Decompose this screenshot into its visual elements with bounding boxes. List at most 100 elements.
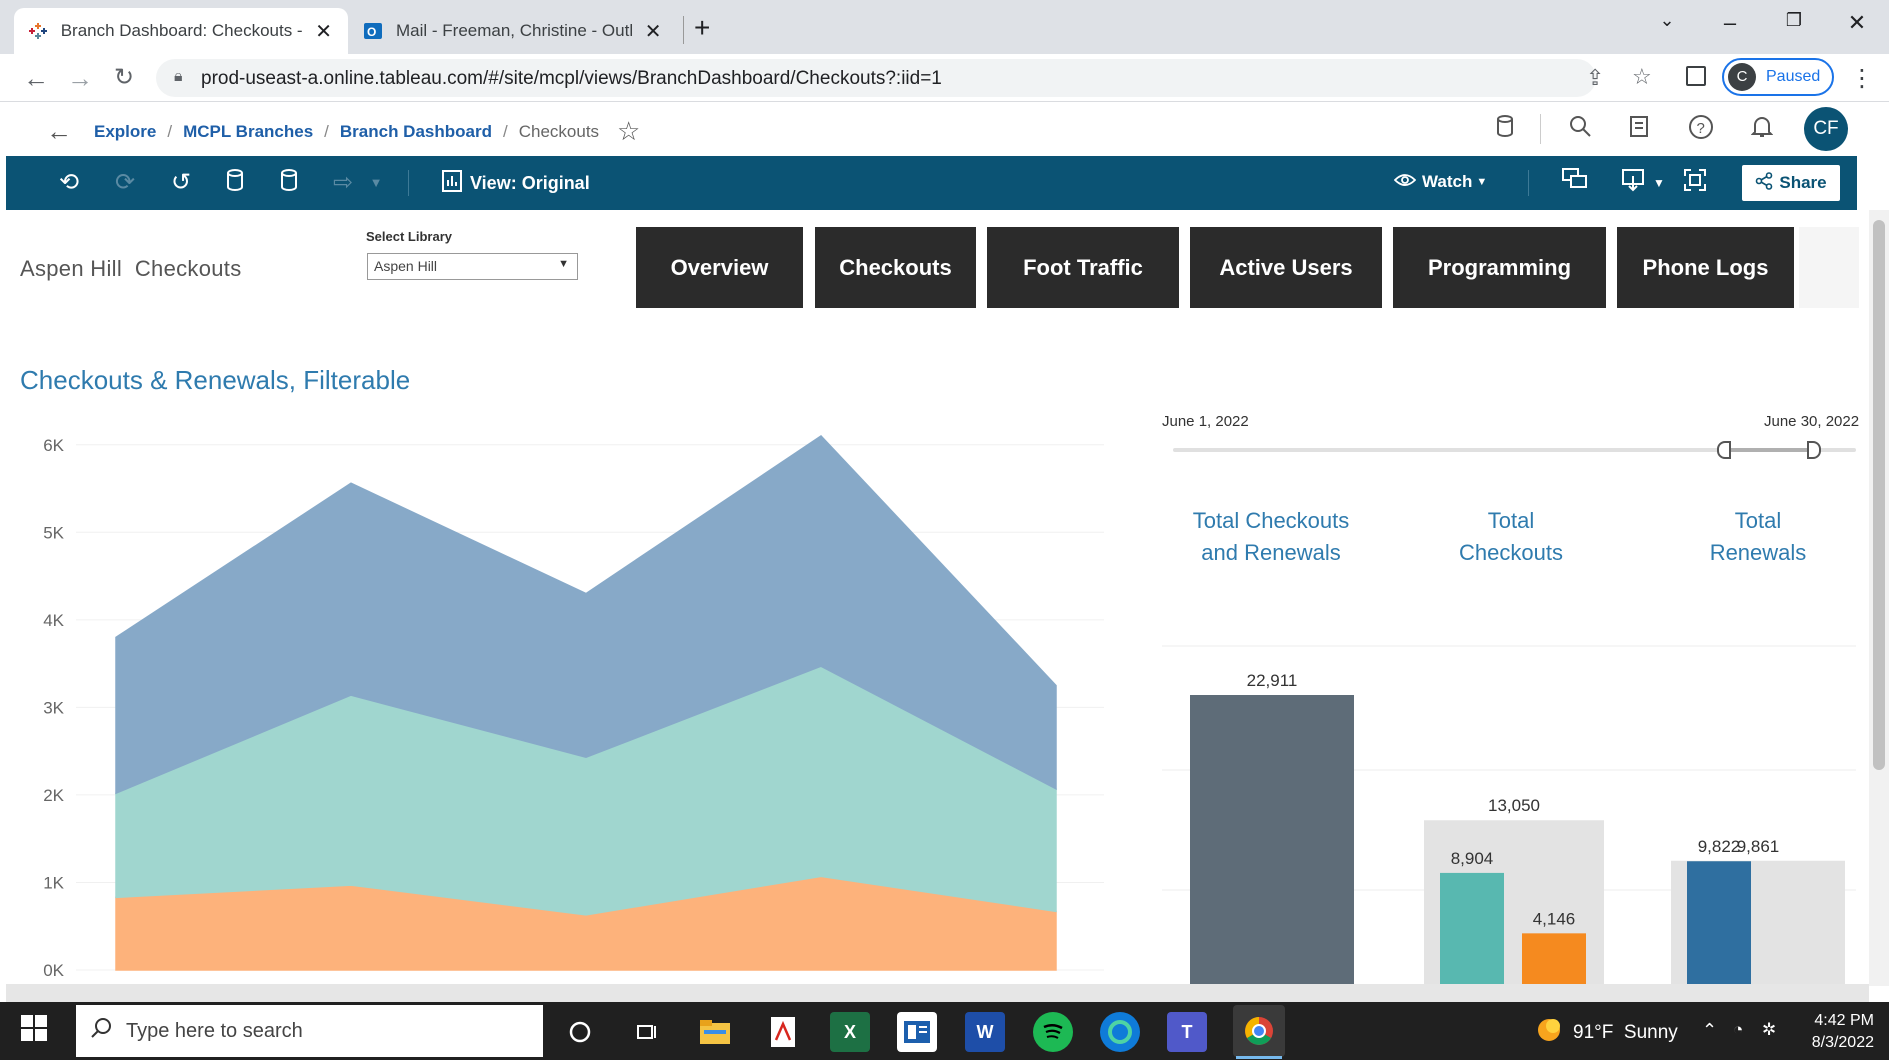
date-range-end: June 30, 2022 [1764,413,1860,430]
taskbar-search-box[interactable]: Type here to search [76,1005,543,1057]
active-app-indicator [1236,1056,1282,1059]
nav-tab-phone-logs[interactable]: Phone Logs [1617,227,1794,308]
acrobat-icon[interactable] [763,1012,803,1052]
breadcrumb: ← Explore / MCPL Branches / Branch Dashb… [46,116,640,147]
breadcrumb-separator: / [502,121,508,141]
watch-button[interactable]: Watch ▼ [1393,172,1487,192]
download-dropdown-icon[interactable]: ▼ [1644,168,1674,198]
help-icon[interactable]: ? [1685,114,1717,146]
bar-value-label: 22,911 [1247,671,1298,690]
chrome-icon[interactable] [1233,1005,1285,1057]
weather-widget[interactable]: 91°F Sunny [1535,1016,1678,1050]
full-screen-icon[interactable] [1680,168,1710,198]
show-hidden-icons-icon[interactable]: ⌃ [1702,1020,1717,1041]
reload-icon[interactable]: ↻ [107,62,141,96]
wifi-icon[interactable]: ◔ [1733,1020,1743,1040]
tab-search-icon[interactable]: ⌄ [1647,10,1687,31]
recents-icon[interactable] [1624,114,1656,146]
undo-icon[interactable]: ⟲ [54,168,84,198]
bookmark-star-icon[interactable]: ☆ [1632,64,1652,90]
system-clock[interactable]: 4:42 PM 8/3/2022 [1800,1010,1874,1054]
svg-text:?: ? [1697,120,1705,137]
nav-spacer [1799,227,1859,308]
back-icon[interactable]: ← [19,62,53,96]
revert-icon[interactable]: ↺ [166,168,196,198]
nav-tab-overview[interactable]: Overview [636,227,803,308]
close-window-icon[interactable]: ✕ [1837,10,1877,36]
replay-animation-icon[interactable]: ⇨ [328,168,358,198]
refresh-data-icon[interactable] [220,168,250,198]
tab-title: Mail - Freeman, Christine - Outlo [396,21,633,40]
data-source-icon[interactable] [1489,114,1521,146]
scrollbar-thumb[interactable] [1873,220,1885,770]
kpi-title-line: and Renewals [1201,540,1341,565]
kpi-title-line: Total Checkouts [1192,508,1350,533]
y-tick-label: 5K [43,523,64,542]
redo-icon[interactable]: ⟳ [110,168,140,198]
breadcrumb-explore[interactable]: Explore [94,122,156,142]
area-chart[interactable]: 0K1K2K3K4K5K6KMay 30Jun 6Jun 13Jun 20Jun… [6,410,1116,986]
profile-paused-button[interactable]: C Paused [1722,58,1834,96]
word-icon[interactable]: W [965,1012,1005,1052]
nav-tab-programming[interactable]: Programming [1393,227,1606,308]
url-text[interactable]: prod-useast-a.online.tableau.com/#/site/… [201,68,942,90]
edge-icon[interactable] [1100,1012,1140,1052]
excel-icon[interactable]: X [830,1012,870,1052]
restore-icon[interactable]: ❐ [1774,10,1814,31]
date-slider-end-handle[interactable] [1807,441,1821,459]
browser-tab-tableau[interactable]: Branch Dashboard: Checkouts - T ✕ [14,8,348,54]
breadcrumb-mcpl-branches[interactable]: MCPL Branches [183,122,313,142]
comments-icon[interactable] [1560,168,1590,198]
notifications-bell-icon[interactable] [1746,114,1778,146]
search-icon[interactable] [1564,114,1596,146]
view-original-button[interactable]: View: Original [442,170,590,197]
user-avatar[interactable]: CF [1804,107,1848,151]
task-view-icon[interactable] [627,1012,667,1052]
minimize-icon[interactable]: – [1710,10,1750,36]
weather-sun-icon [1535,1016,1563,1050]
close-tab-icon[interactable]: ✕ [642,19,664,44]
new-tab-icon[interactable]: + [694,12,710,44]
date-range-start: June 1, 2022 [1162,413,1249,430]
close-tab-icon[interactable]: ✕ [313,19,334,44]
spotify-icon[interactable] [1033,1012,1073,1052]
network-icon[interactable]: ✲ [1762,1020,1776,1040]
cortana-icon[interactable] [560,1012,600,1052]
select-library-dropdown[interactable]: Aspen Hill ▼ [367,253,578,280]
favorite-star-icon[interactable]: ☆ [617,116,640,147]
horizontal-scrollbar[interactable] [6,984,1869,1002]
breadcrumb-branch-dashboard[interactable]: Branch Dashboard [340,122,492,142]
bar-22911 [1190,695,1354,986]
nav-tab-checkouts[interactable]: Checkouts [815,227,976,308]
share-button[interactable]: Share [1742,165,1840,201]
browser-tab-outlook[interactable]: O Mail - Freeman, Christine - Outlo ✕ [348,8,678,54]
browser-menu-icon[interactable]: ⋮ [1850,64,1874,93]
share-icon [1755,171,1773,195]
bar-value-label: 9,861 [1737,837,1780,856]
kpi-bar-chart[interactable]: 22,911 13,050 8,904 4,146 9,8619,822 [1156,610,1856,986]
kpi-title-line: Renewals [1709,540,1807,565]
clock-date: 8/3/2022 [1811,1034,1874,1051]
share-label: Share [1779,173,1827,192]
kpi-title-total-checkouts-renewals: Total Checkouts and Renewals [1161,505,1381,569]
breadcrumb-separator: / [324,121,329,141]
omnibox[interactable]: 🔒︎ prod-useast-a.online.tableau.com/#/si… [156,59,1652,97]
nav-tab-foot-traffic[interactable]: Foot Traffic [987,227,1179,308]
tab-title: Branch Dashboard: Checkouts - T [60,21,304,40]
teams-icon[interactable]: T [1167,1012,1207,1052]
replay-dropdown-icon[interactable]: ▼ [361,168,391,198]
forward-icon[interactable]: → [63,62,97,96]
windows-start-icon[interactable] [20,1014,56,1050]
news-app-icon[interactable] [897,1012,937,1052]
vertical-scrollbar[interactable] [1869,210,1889,986]
header-divider [1540,114,1541,144]
file-explorer-icon[interactable] [695,1012,735,1052]
pause-updates-icon[interactable] [274,168,304,198]
date-slider-start-handle[interactable] [1717,441,1731,459]
nav-tab-active-users[interactable]: Active Users [1190,227,1382,308]
bar-4146 [1522,933,1586,986]
share-page-icon[interactable]: ⇪ [1586,65,1604,91]
back-arrow-icon[interactable]: ← [46,116,72,147]
extensions-icon[interactable] [1686,66,1706,86]
y-tick-label: 3K [43,698,64,717]
